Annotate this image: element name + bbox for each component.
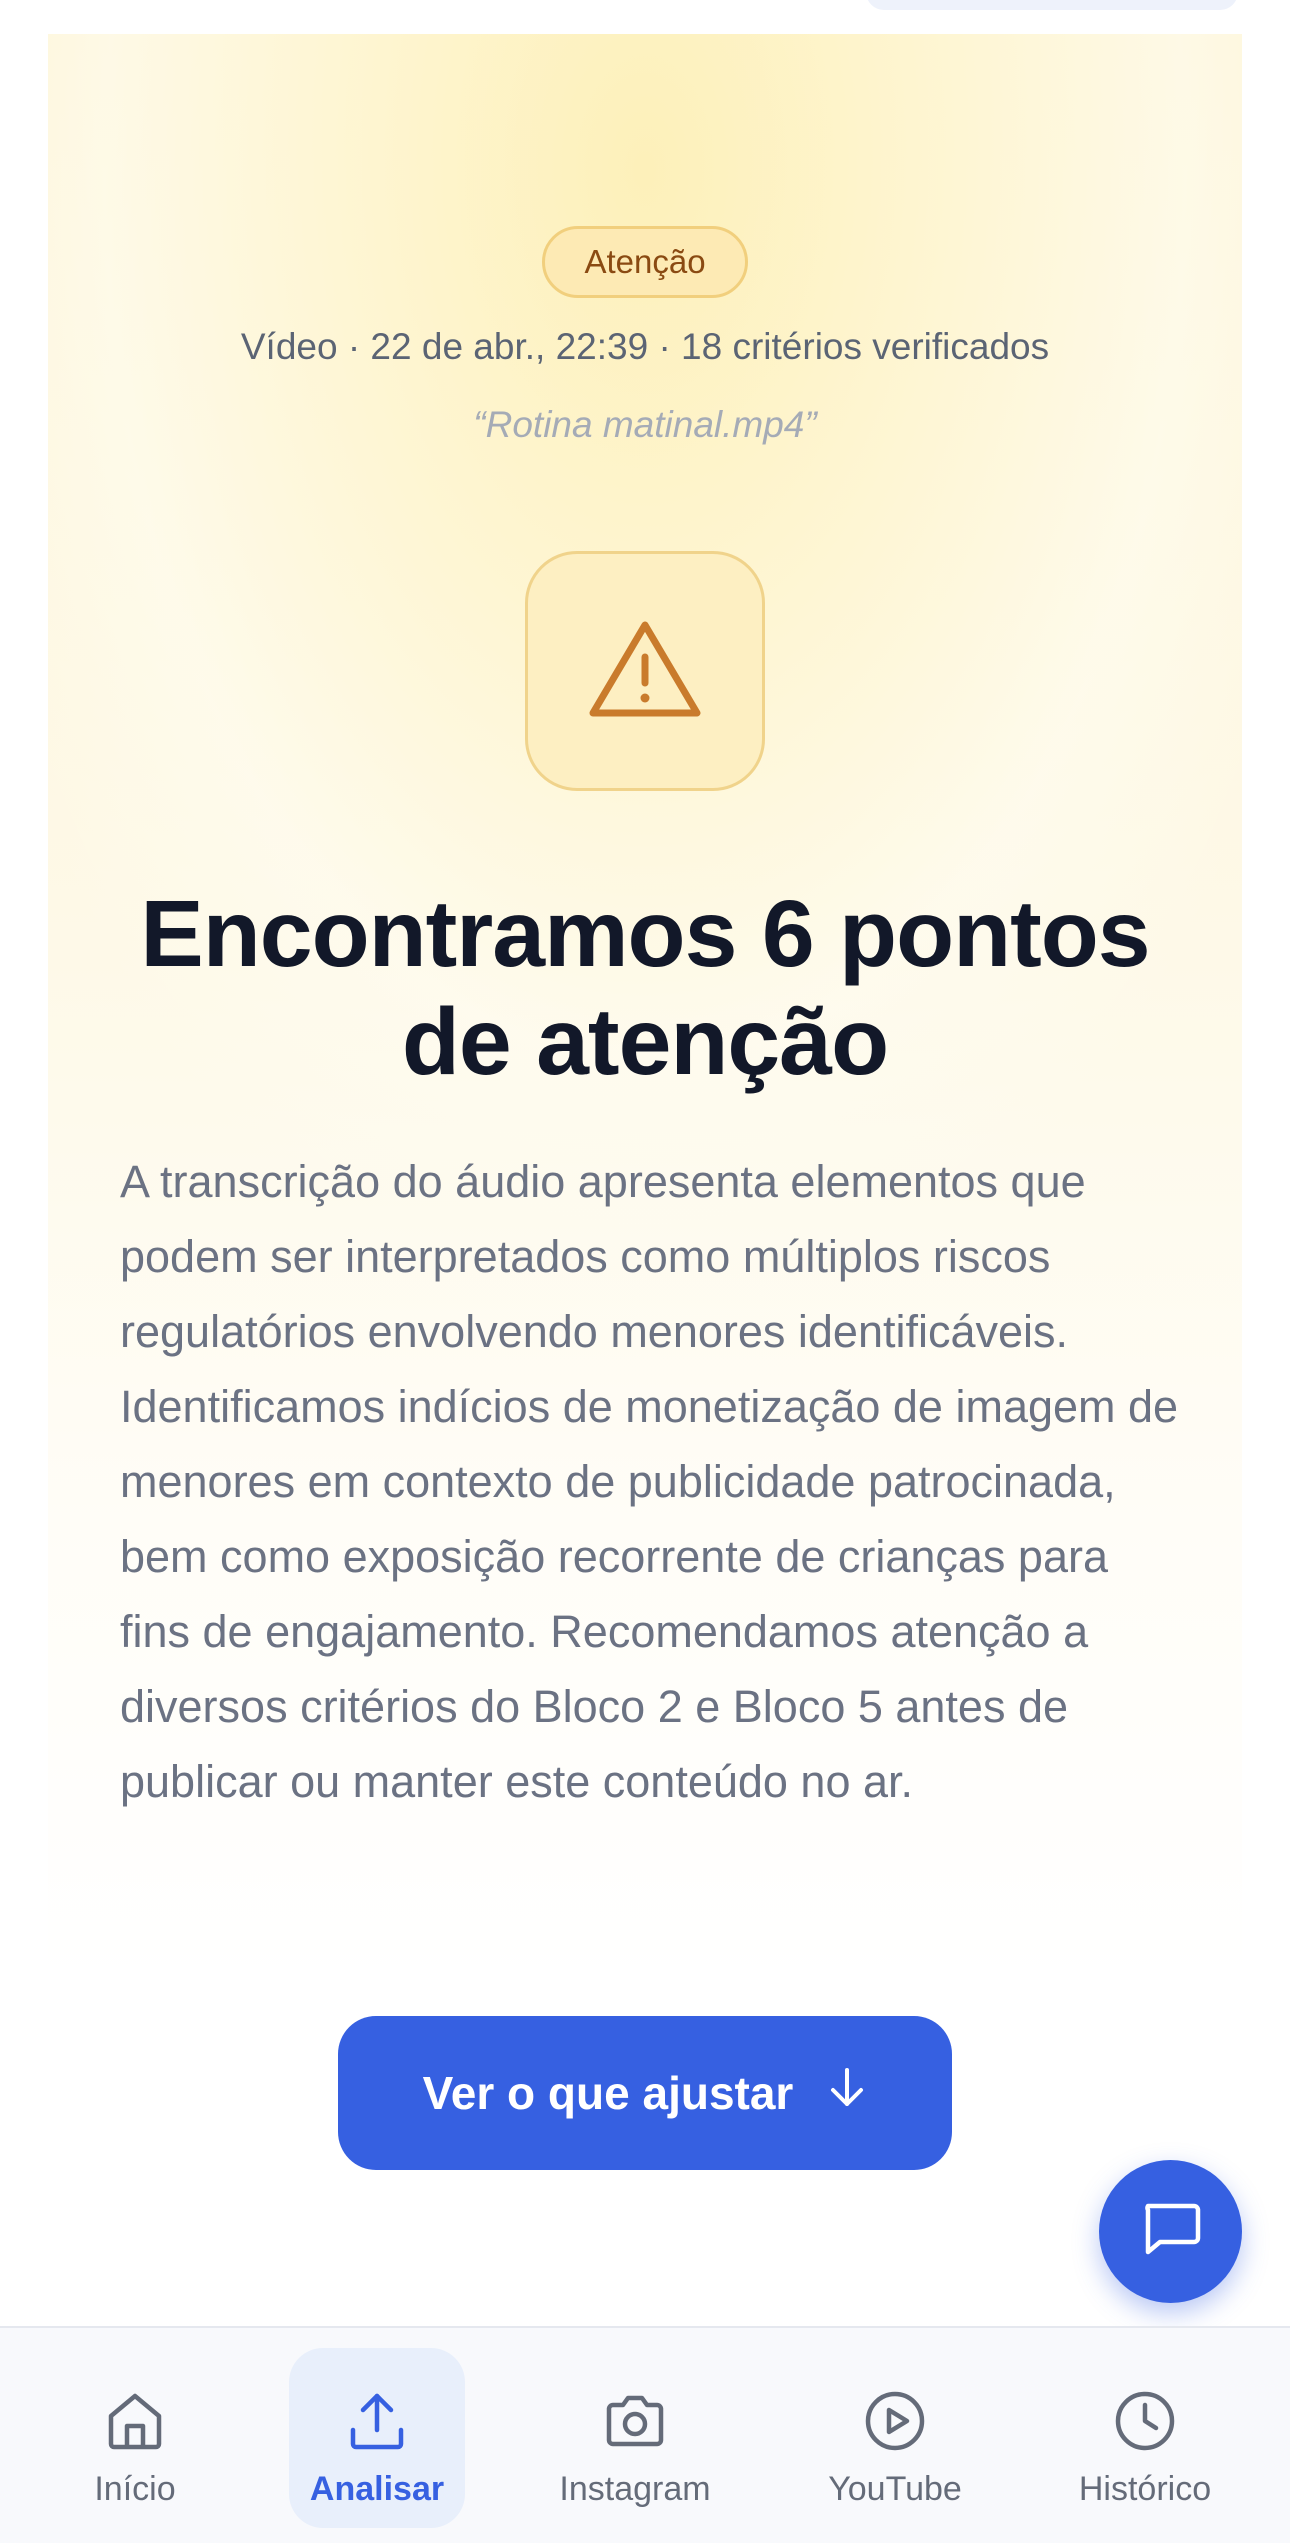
nav-item-analisar[interactable]: Analisar: [289, 2348, 465, 2528]
chat-button[interactable]: [1099, 2160, 1242, 2303]
headline-line-2: de atenção: [401, 989, 889, 1095]
play-circle-icon: [864, 2386, 926, 2456]
top-pill: [866, 0, 1238, 10]
arrow-down-icon: [827, 2066, 867, 2121]
upload-icon: [347, 2386, 407, 2456]
warning-triangle-icon: [587, 617, 703, 726]
home-icon: [105, 2386, 165, 2456]
nav-item-instagram[interactable]: Instagram: [540, 2348, 730, 2528]
nav-item-inicio[interactable]: Início: [40, 2348, 230, 2528]
file-name: “Rotina matinal.mp4”: [473, 404, 817, 445]
status-icon-box: [525, 551, 765, 791]
nav-item-youtube[interactable]: YouTube: [800, 2348, 990, 2528]
nav-label: Instagram: [559, 2470, 711, 2508]
nav-label: Histórico: [1078, 2470, 1212, 2508]
result-headline: Encontramos 6 pontos de atenção: [80, 880, 1210, 1096]
camera-icon: [603, 2386, 667, 2456]
cta-label: Ver o que ajustar: [422, 2067, 794, 2119]
clock-icon: [1114, 2386, 1176, 2456]
bottom-nav: Início Analisar Instagram YouTube Histór…: [0, 2326, 1290, 2543]
result-description: A transcrição do áudio apresenta element…: [120, 1156, 1179, 1807]
nav-label: YouTube: [828, 2470, 962, 2508]
headline-line-1: Encontramos 6 pontos: [140, 881, 1150, 987]
nav-label: Início: [94, 2470, 176, 2508]
nav-item-historico[interactable]: Histórico: [1050, 2348, 1240, 2528]
analysis-meta: Vídeo · 22 de abr., 22:39 · 18 critérios…: [240, 326, 1050, 367]
chat-bubble-icon: [1140, 2200, 1202, 2263]
see-adjustments-button[interactable]: Ver o que ajustar: [338, 2016, 952, 2170]
nav-label: Analisar: [309, 2470, 445, 2508]
analysis-result-screen: Atenção Vídeo · 22 de abr., 22:39 · 18 c…: [0, 0, 1290, 2543]
status-badge: Atenção: [542, 226, 748, 298]
